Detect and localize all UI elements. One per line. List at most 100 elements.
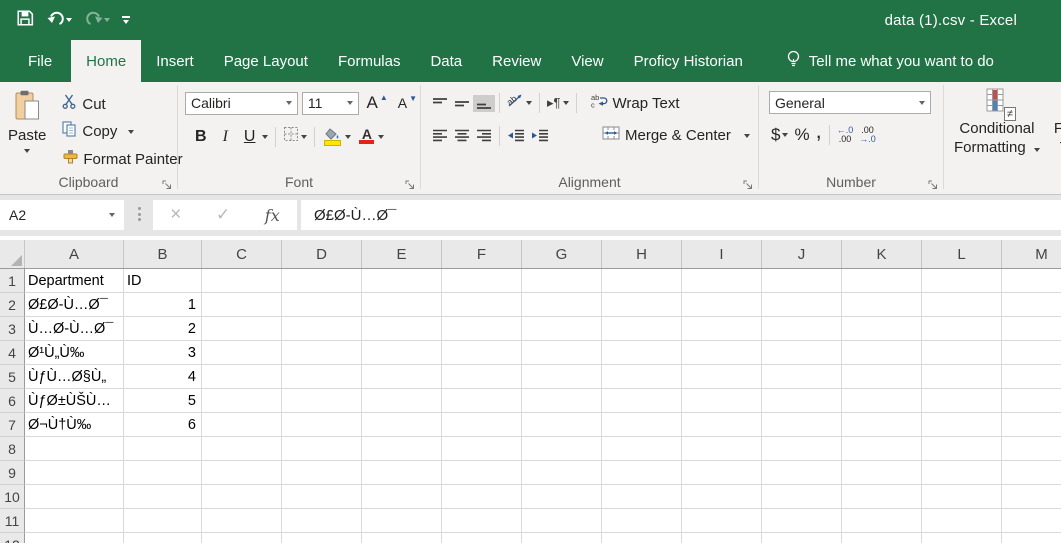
cell[interactable] bbox=[522, 341, 602, 365]
align-right-button[interactable] bbox=[473, 127, 495, 144]
cell[interactable] bbox=[522, 533, 602, 543]
tab-proficy-historian[interactable]: Proficy Historian bbox=[619, 40, 758, 82]
cell[interactable] bbox=[522, 317, 602, 341]
cell[interactable] bbox=[602, 293, 682, 317]
cell[interactable] bbox=[602, 509, 682, 533]
cell[interactable] bbox=[282, 485, 362, 509]
cell[interactable] bbox=[442, 269, 522, 293]
col-header-l[interactable]: L bbox=[922, 240, 1002, 268]
col-header-b[interactable]: B bbox=[124, 240, 202, 268]
cell-a2[interactable]: Ø£Ø-Ù…Ø¯ bbox=[25, 293, 124, 317]
cell[interactable] bbox=[762, 533, 842, 543]
row-header-5[interactable]: 5 bbox=[0, 365, 25, 389]
italic-button[interactable]: I bbox=[215, 126, 236, 148]
col-header-f[interactable]: F bbox=[442, 240, 522, 268]
cell[interactable] bbox=[522, 365, 602, 389]
cell[interactable] bbox=[202, 293, 282, 317]
tab-formulas[interactable]: Formulas bbox=[323, 40, 416, 82]
cell[interactable] bbox=[522, 293, 602, 317]
cell[interactable] bbox=[842, 461, 922, 485]
row-header-2[interactable]: 2 bbox=[0, 293, 25, 317]
undo-button[interactable] bbox=[42, 7, 76, 33]
font-dialog-launcher-icon[interactable] bbox=[405, 178, 416, 189]
increase-decimal-button[interactable]: ←.0 .00 bbox=[834, 125, 857, 145]
cell[interactable] bbox=[442, 509, 522, 533]
cell[interactable] bbox=[682, 437, 762, 461]
paste-button[interactable]: Paste bbox=[8, 90, 46, 171]
cell[interactable] bbox=[682, 413, 762, 437]
cell[interactable] bbox=[362, 389, 442, 413]
cell[interactable] bbox=[762, 389, 842, 413]
row-header-3[interactable]: 3 bbox=[0, 317, 25, 341]
cell[interactable] bbox=[1002, 485, 1061, 509]
decrease-indent-button[interactable] bbox=[504, 127, 528, 144]
cell[interactable] bbox=[842, 485, 922, 509]
cell[interactable] bbox=[202, 341, 282, 365]
alignment-dialog-launcher-icon[interactable] bbox=[743, 178, 754, 189]
cell[interactable] bbox=[442, 485, 522, 509]
cell[interactable] bbox=[124, 533, 202, 543]
merge-center-button[interactable]: Merge & Center bbox=[598, 124, 754, 147]
cell[interactable] bbox=[762, 317, 842, 341]
wrap-text-button[interactable]: abc Wrap Text bbox=[587, 92, 684, 115]
cell[interactable] bbox=[1002, 437, 1061, 461]
cell[interactable] bbox=[124, 485, 202, 509]
cell[interactable] bbox=[1002, 461, 1061, 485]
format-as-table-button[interactable]: Format Table bbox=[1054, 88, 1061, 157]
cell[interactable] bbox=[362, 317, 442, 341]
cell[interactable] bbox=[202, 533, 282, 543]
cell[interactable] bbox=[682, 389, 762, 413]
cut-button[interactable]: Cut bbox=[58, 92, 186, 116]
font-name-select[interactable]: Calibri bbox=[185, 92, 298, 115]
cell[interactable] bbox=[762, 461, 842, 485]
cell[interactable] bbox=[922, 341, 1002, 365]
align-top-button[interactable] bbox=[429, 95, 451, 112]
cell-a6[interactable]: ÙƒØ±ÙŠÙ… bbox=[25, 389, 124, 413]
save-button[interactable] bbox=[12, 7, 38, 33]
tab-insert[interactable]: Insert bbox=[141, 40, 209, 82]
decrease-decimal-button[interactable]: .00 →.0 bbox=[856, 125, 879, 145]
cell[interactable] bbox=[522, 485, 602, 509]
cell[interactable] bbox=[922, 461, 1002, 485]
cell[interactable] bbox=[522, 461, 602, 485]
row-header-12[interactable]: 12 bbox=[0, 533, 25, 543]
cell[interactable] bbox=[842, 317, 922, 341]
cell[interactable] bbox=[762, 293, 842, 317]
tab-home[interactable]: Home bbox=[71, 40, 141, 82]
cell[interactable] bbox=[1002, 317, 1061, 341]
row-header-4[interactable]: 4 bbox=[0, 341, 25, 365]
cell[interactable] bbox=[842, 413, 922, 437]
name-box[interactable]: A2 bbox=[0, 200, 124, 230]
shrink-font-button[interactable]: A▼ bbox=[395, 93, 420, 113]
cell[interactable] bbox=[202, 317, 282, 341]
font-size-select[interactable]: 11 bbox=[302, 92, 360, 115]
cell[interactable] bbox=[1002, 293, 1061, 317]
cell[interactable] bbox=[442, 533, 522, 543]
cell-a3[interactable]: Ù…Ø-Ù…Ø¯ bbox=[25, 317, 124, 341]
cell[interactable] bbox=[842, 533, 922, 543]
cell[interactable] bbox=[922, 365, 1002, 389]
cell[interactable] bbox=[1002, 269, 1061, 293]
conditional-formatting-button[interactable]: ≠ Conditional Formatting bbox=[954, 88, 1040, 157]
tell-me-box[interactable]: Tell me what you want to do bbox=[778, 40, 1002, 82]
cell[interactable] bbox=[522, 437, 602, 461]
cell[interactable] bbox=[602, 485, 682, 509]
cell[interactable] bbox=[602, 533, 682, 543]
cell[interactable] bbox=[362, 365, 442, 389]
number-dialog-launcher-icon[interactable] bbox=[928, 178, 939, 189]
row-header-9[interactable]: 9 bbox=[0, 461, 25, 485]
cell[interactable] bbox=[762, 437, 842, 461]
cell[interactable] bbox=[762, 509, 842, 533]
col-header-j[interactable]: J bbox=[762, 240, 842, 268]
insert-function-button[interactable]: fx bbox=[265, 206, 280, 225]
cell[interactable] bbox=[442, 437, 522, 461]
cell[interactable] bbox=[442, 461, 522, 485]
underline-button[interactable]: U bbox=[236, 126, 272, 148]
cancel-button[interactable]: × bbox=[170, 204, 181, 226]
select-all-button[interactable] bbox=[0, 240, 25, 268]
cell[interactable] bbox=[922, 317, 1002, 341]
cell[interactable] bbox=[682, 317, 762, 341]
cell[interactable] bbox=[842, 293, 922, 317]
tab-review[interactable]: Review bbox=[477, 40, 556, 82]
cell[interactable] bbox=[282, 509, 362, 533]
